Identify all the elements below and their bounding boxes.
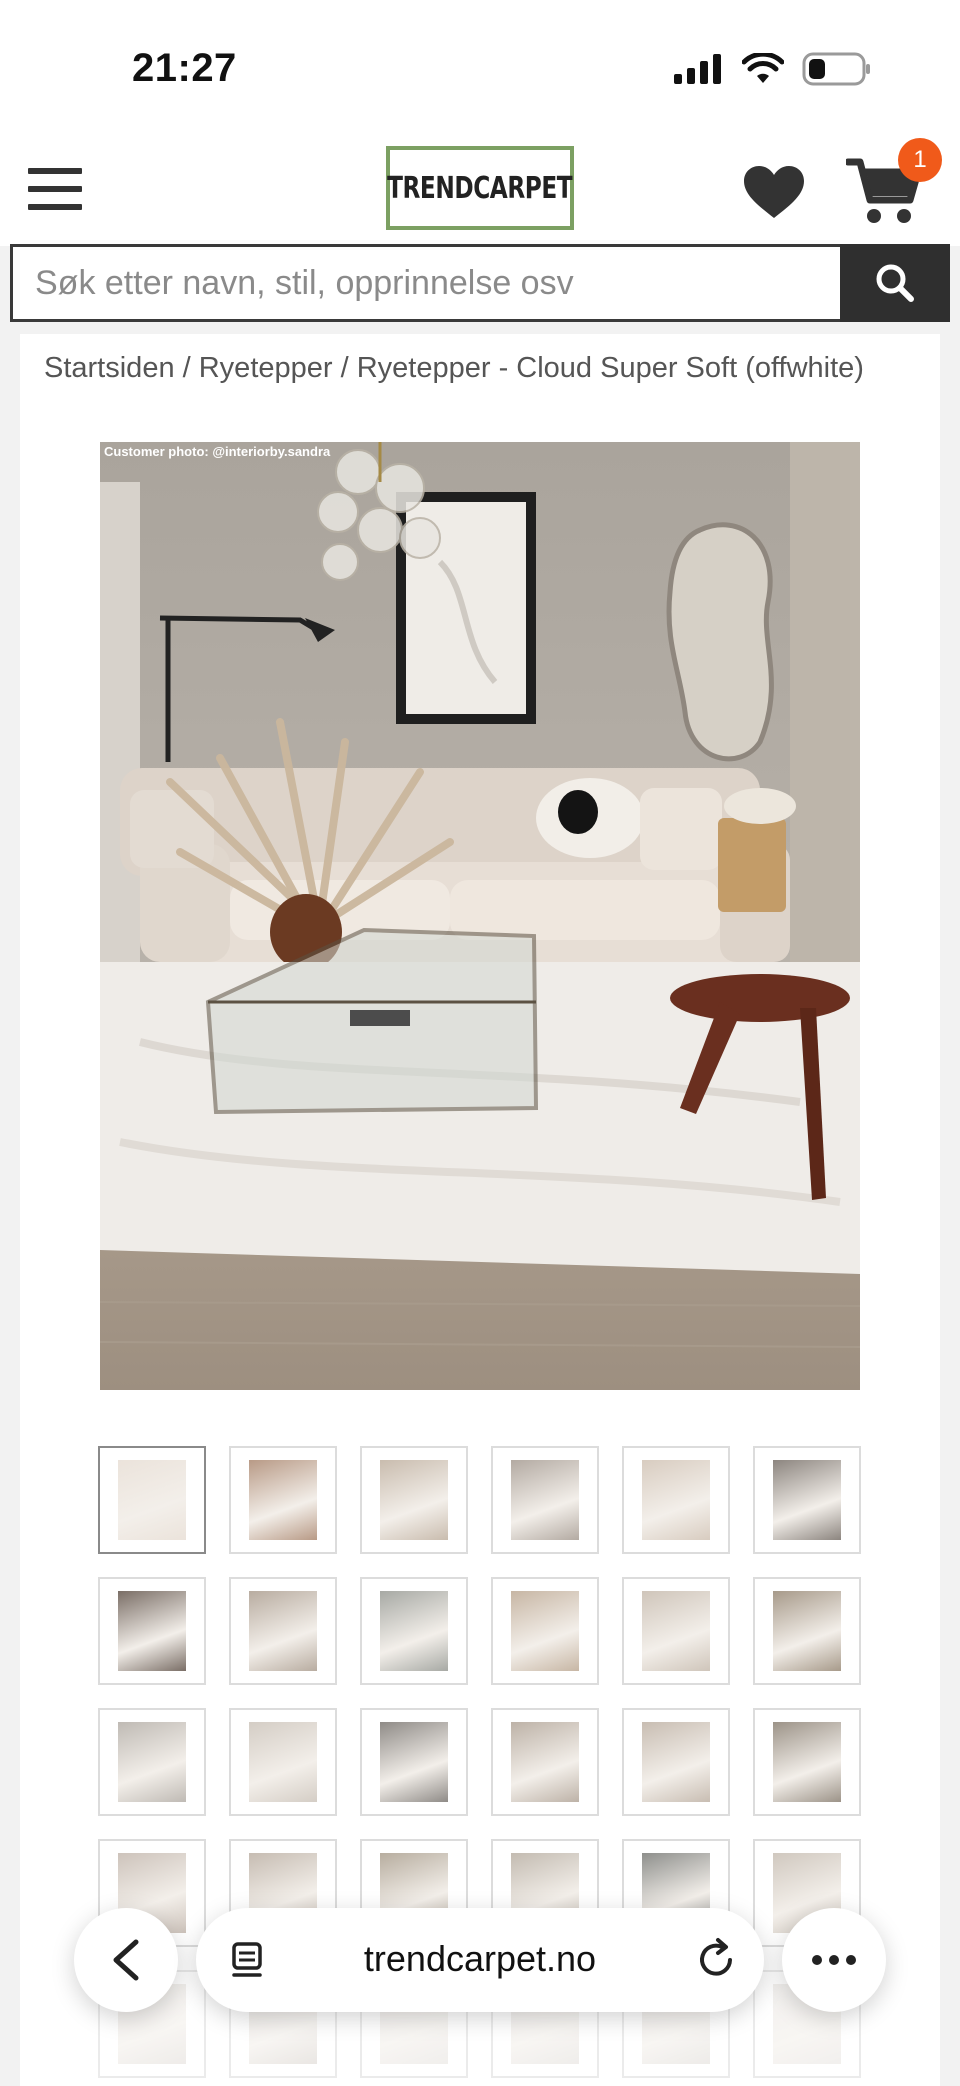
more-dots-icon bbox=[812, 1955, 856, 1965]
product-thumbnail[interactable] bbox=[360, 1577, 468, 1685]
thumbnail-image bbox=[773, 1722, 841, 1802]
product-thumbnail[interactable] bbox=[229, 1446, 337, 1554]
wishlist-heart-icon[interactable] bbox=[742, 164, 806, 220]
thumbnail-image bbox=[642, 1722, 710, 1802]
search-bar bbox=[10, 244, 950, 322]
product-thumbnail[interactable] bbox=[491, 1708, 599, 1816]
thumbnail-image bbox=[773, 1460, 841, 1540]
product-thumbnail[interactable] bbox=[622, 1577, 730, 1685]
wifi-icon bbox=[742, 53, 784, 83]
browser-more-button[interactable] bbox=[782, 1908, 886, 2012]
product-thumbnail[interactable] bbox=[360, 1708, 468, 1816]
product-thumbnail[interactable] bbox=[622, 1446, 730, 1554]
battery-icon bbox=[802, 52, 870, 86]
thumbnail-image bbox=[642, 1591, 710, 1671]
site-header: TRENDCARPET bbox=[0, 128, 960, 246]
signal-icon bbox=[674, 54, 721, 84]
status-bar: 21:27 bbox=[0, 0, 960, 128]
status-icons bbox=[674, 52, 872, 86]
product-thumbnail[interactable] bbox=[229, 1577, 337, 1685]
thumbnail-image bbox=[511, 1591, 579, 1671]
logo-text: TRENDCARPET bbox=[387, 170, 573, 206]
thumbnail-image bbox=[380, 1722, 448, 1802]
product-main-photo[interactable]: Customer photo: @interiorby.sandra bbox=[100, 442, 860, 1390]
browser-address-bar[interactable]: trendcarpet.no bbox=[196, 1908, 764, 2012]
thumbnail-image bbox=[511, 1722, 579, 1802]
thumbnail-image bbox=[249, 1460, 317, 1540]
thumbnail-image bbox=[380, 1460, 448, 1540]
product-thumbnail[interactable] bbox=[491, 1577, 599, 1685]
search-button[interactable] bbox=[840, 244, 950, 322]
status-time: 21:27 bbox=[132, 46, 237, 90]
browser-back-button[interactable] bbox=[74, 1908, 178, 2012]
product-thumbnail[interactable] bbox=[360, 1446, 468, 1554]
thumbnail-image bbox=[118, 1460, 186, 1540]
product-thumbnail[interactable] bbox=[622, 1708, 730, 1816]
thumbnail-image bbox=[511, 1460, 579, 1540]
thumbnail-image bbox=[249, 1722, 317, 1802]
product-thumbnail[interactable] bbox=[229, 1708, 337, 1816]
thumbnail-image bbox=[642, 1460, 710, 1540]
page: 21:27 TRENDCARPET 1 Søk etter navn, stil… bbox=[0, 0, 960, 2086]
product-card: Startsiden / Ryetepper / Ryetepper - Clo… bbox=[20, 334, 940, 2086]
product-thumbnail[interactable] bbox=[491, 1446, 599, 1554]
thumbnail-image bbox=[249, 1591, 317, 1671]
thumbnail-image bbox=[380, 1591, 448, 1671]
product-thumbnail[interactable] bbox=[753, 1446, 861, 1554]
chevron-left-icon bbox=[113, 1939, 139, 1981]
product-thumbnail[interactable] bbox=[98, 1577, 206, 1685]
thumbnail-image bbox=[118, 1722, 186, 1802]
cart-count-badge: 1 bbox=[898, 138, 942, 182]
search-icon bbox=[876, 264, 914, 302]
browser-url: trendcarpet.no bbox=[363, 1938, 597, 1979]
site-logo[interactable]: TRENDCARPET bbox=[386, 146, 574, 230]
product-thumbnail[interactable] bbox=[753, 1708, 861, 1816]
thumbnail-image bbox=[118, 1591, 186, 1671]
reload-icon[interactable] bbox=[696, 1936, 738, 1982]
thumbnail-image bbox=[773, 1591, 841, 1671]
product-thumbnail[interactable] bbox=[98, 1708, 206, 1816]
menu-button[interactable] bbox=[28, 168, 82, 210]
product-thumbnail[interactable] bbox=[753, 1577, 861, 1685]
photo-credit: Customer photo: @interiorby.sandra bbox=[104, 444, 331, 459]
living-room-photo bbox=[100, 442, 860, 1390]
search-input[interactable] bbox=[10, 244, 840, 322]
breadcrumb[interactable]: Startsiden / Ryetepper / Ryetepper - Clo… bbox=[44, 352, 864, 385]
product-thumbnail[interactable] bbox=[98, 1446, 206, 1554]
